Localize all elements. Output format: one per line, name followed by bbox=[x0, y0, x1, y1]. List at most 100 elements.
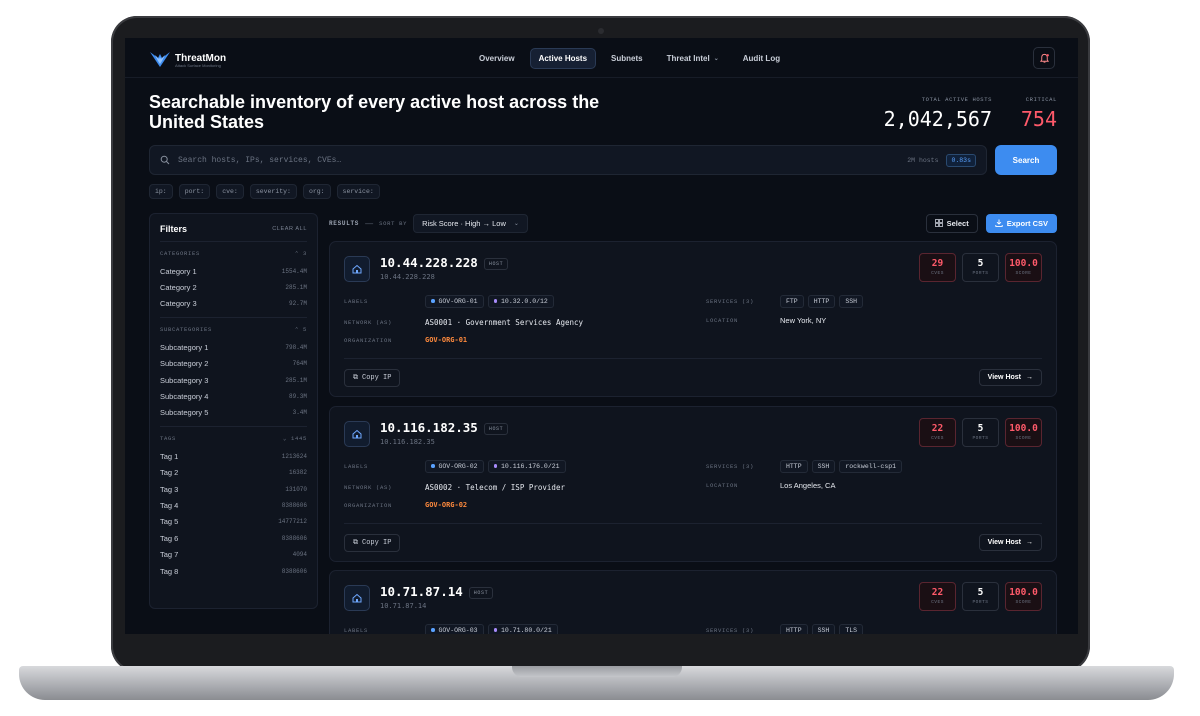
host-ip[interactable]: 10.116.182.35 HOST bbox=[380, 420, 509, 435]
filter-item[interactable]: Category 3 92.7M bbox=[160, 296, 307, 312]
export-csv-button[interactable]: Export CSV bbox=[985, 213, 1057, 233]
search-button[interactable]: Search bbox=[995, 145, 1057, 175]
label-tag[interactable]: GOV-ORG-01 bbox=[425, 294, 484, 308]
stat-total-label: TOTAL ACTIVE HOSTS bbox=[921, 96, 992, 103]
nav-active-hosts[interactable]: Active Hosts bbox=[529, 48, 597, 69]
service-tag[interactable]: FTP bbox=[780, 294, 804, 308]
chip-severity[interactable]: severity: bbox=[249, 184, 297, 199]
metric-cves: 22 CVES bbox=[919, 582, 956, 611]
host-card[interactable]: 10.71.87.14 HOST 10.71.87.14 22 CVES 5 PORT… bbox=[329, 570, 1057, 634]
nav-threat-intel[interactable]: Threat Intel ⌄ bbox=[658, 48, 728, 69]
filter-group-subcategories: SUBCATEGORIES ⌃ 5 Subcategory 1 798.4M Su… bbox=[160, 318, 307, 428]
group-count: ⌄ 1445 bbox=[282, 435, 307, 443]
host-card[interactable]: 10.116.182.35 HOST 10.116.182.35 22 CVES 5… bbox=[329, 406, 1057, 562]
nav-audit-log[interactable]: Audit Log bbox=[734, 48, 789, 69]
metric-value: 100.0 bbox=[1009, 587, 1038, 598]
filter-label: Tag 5 bbox=[160, 517, 179, 527]
org-value[interactable]: GOV-ORG-01 bbox=[425, 336, 467, 344]
clear-all-button[interactable]: CLEAR ALL bbox=[272, 226, 307, 232]
group-count-value: 3 bbox=[302, 250, 307, 257]
camera-icon bbox=[598, 28, 604, 34]
filter-item[interactable]: Tag 1 1213624 bbox=[160, 448, 307, 464]
chip-org[interactable]: org: bbox=[302, 184, 331, 199]
label-tag[interactable]: GOV-ORG-03 bbox=[425, 623, 484, 634]
results-toolbar: RESULTS — SORT BY Risk Score · High → Lo… bbox=[329, 213, 1057, 233]
filter-item[interactable]: Subcategory 5 3.4M bbox=[160, 405, 307, 421]
nav-subnets[interactable]: Subnets bbox=[602, 48, 652, 69]
filter-item[interactable]: Subcategory 1 798.4M bbox=[160, 339, 307, 355]
label-tag[interactable]: 10.116.176.0/21 bbox=[487, 459, 566, 473]
sort-dropdown[interactable]: Risk Score · High → Low ⌄ bbox=[413, 213, 528, 233]
group-header[interactable]: TAGS ⌄ 1445 bbox=[160, 435, 307, 442]
eagle-icon bbox=[150, 52, 170, 67]
grid-icon bbox=[934, 219, 943, 227]
filter-item[interactable]: Tag 5 14777212 bbox=[160, 514, 307, 530]
filter-item[interactable]: Tag 8 8388606 bbox=[160, 563, 307, 579]
service-tag[interactable]: TLS bbox=[839, 623, 864, 634]
copy-ip-button[interactable]: ⧉ Copy IP bbox=[344, 369, 401, 387]
chip-ip[interactable]: ip: bbox=[149, 184, 173, 199]
filter-item[interactable]: Tag 4 8388606 bbox=[160, 497, 307, 513]
filter-item[interactable]: Tag 6 8388606 bbox=[160, 530, 307, 546]
filter-item[interactable]: Tag 2 16382 bbox=[160, 465, 307, 481]
filter-label: Subcategory 4 bbox=[160, 392, 209, 402]
card-footer: ⧉ Copy IP View Host → bbox=[344, 358, 1042, 387]
chip-port[interactable]: port: bbox=[178, 184, 211, 199]
copy-ip-button[interactable]: ⧉ Copy IP bbox=[344, 534, 401, 552]
group-header[interactable]: CATEGORIES ⌃ 3 bbox=[160, 250, 307, 257]
host-ip[interactable]: 10.71.87.14 HOST bbox=[380, 584, 494, 599]
metric-value: 5 bbox=[977, 587, 984, 598]
metric-label: CVES bbox=[931, 271, 944, 276]
label-tag[interactable]: 10.71.80.0/21 bbox=[487, 623, 558, 634]
filter-item[interactable]: Tag 3 131070 bbox=[160, 481, 307, 497]
search-time-badge: 0.83s bbox=[946, 153, 976, 167]
service-tag[interactable]: HTTP bbox=[780, 623, 808, 634]
nav-overview[interactable]: Overview bbox=[470, 48, 524, 69]
detail-label: NETWORK (AS) bbox=[344, 318, 393, 326]
export-label: Export CSV bbox=[1006, 218, 1048, 228]
dot-icon bbox=[493, 464, 498, 468]
metric-label: PORTS bbox=[972, 271, 989, 276]
notifications-button[interactable] bbox=[1033, 47, 1055, 69]
service-tag[interactable]: HTTP bbox=[780, 459, 808, 473]
label-tag[interactable]: GOV-ORG-02 bbox=[425, 459, 484, 473]
stat-critical-label: CRITICAL bbox=[1025, 96, 1057, 103]
service-tag[interactable]: SSH bbox=[811, 459, 836, 473]
search-bar: 2M hosts 0.83s bbox=[149, 145, 987, 175]
filter-item[interactable]: Tag 7 4094 bbox=[160, 546, 307, 562]
metric-value: 22 bbox=[931, 587, 944, 598]
chip-service[interactable]: service: bbox=[336, 184, 380, 199]
app-logo[interactable]: ThreatMon Attack Surface Monitoring bbox=[149, 50, 226, 68]
copy-icon: ⧉ bbox=[353, 374, 358, 382]
label-tag[interactable]: 10.32.0.0/12 bbox=[487, 294, 554, 308]
host-card[interactable]: 10.44.228.228 HOST 10.44.228.228 29 CVES 5… bbox=[329, 241, 1057, 397]
org-value[interactable]: GOV-ORG-02 bbox=[425, 501, 467, 509]
filter-item[interactable]: Category 2 285.1M bbox=[160, 279, 307, 295]
arrow-right-icon: → bbox=[1026, 539, 1033, 546]
group-header[interactable]: SUBCATEGORIES ⌃ 5 bbox=[160, 326, 307, 333]
filter-item[interactable]: Subcategory 4 89.3M bbox=[160, 388, 307, 404]
metric-label: PORTS bbox=[972, 600, 989, 605]
view-host-button[interactable]: View Host → bbox=[978, 534, 1042, 551]
network-value: AS0002 · Telecom / ISP Provider bbox=[425, 482, 565, 492]
select-label: Select bbox=[946, 218, 969, 228]
filter-label: Subcategory 1 bbox=[160, 342, 209, 352]
service-tag[interactable]: HTTP bbox=[807, 294, 836, 308]
copy-icon: ⧉ bbox=[353, 539, 358, 547]
service-tag[interactable]: SSH bbox=[811, 623, 836, 634]
select-button[interactable]: Select bbox=[925, 213, 978, 233]
detail-row: SERVICES (3) FTP HTTP SSH bbox=[706, 294, 867, 308]
filter-label: Tag 4 bbox=[160, 500, 179, 510]
metric-ports: 5 PORTS bbox=[962, 418, 999, 447]
search-input[interactable] bbox=[178, 155, 900, 165]
host-ip[interactable]: 10.44.228.228 HOST bbox=[380, 255, 509, 270]
group-count: ⌃ 5 bbox=[294, 326, 307, 334]
filter-label: Subcategory 5 bbox=[160, 408, 209, 418]
service-tag[interactable]: SSH bbox=[839, 294, 864, 308]
view-host-button[interactable]: View Host → bbox=[978, 369, 1042, 386]
filter-item[interactable]: Subcategory 2 764M bbox=[160, 356, 307, 372]
filter-item[interactable]: Category 1 1554.4M bbox=[160, 263, 307, 279]
filter-item[interactable]: Subcategory 3 285.1M bbox=[160, 372, 307, 388]
service-tag[interactable]: rockwell-csp1 bbox=[839, 459, 903, 473]
chip-cve[interactable]: cve: bbox=[216, 184, 244, 199]
